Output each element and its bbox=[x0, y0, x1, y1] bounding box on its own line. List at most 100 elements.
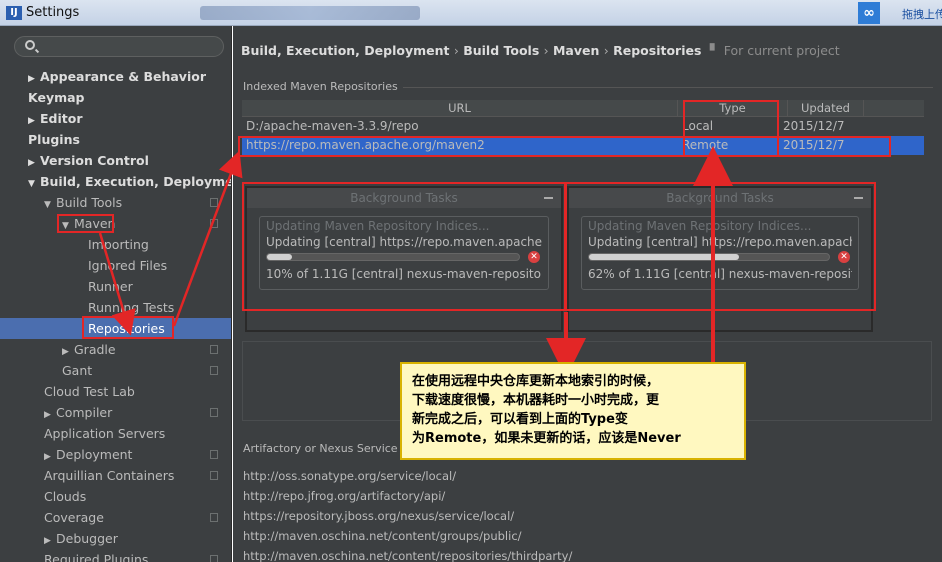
sidebar-item-label: Maven bbox=[74, 216, 116, 231]
background-tasks-panel: Background Tasks Updating Maven Repositor… bbox=[567, 186, 873, 332]
sidebar-item-maven[interactable]: ▼ Maven bbox=[0, 213, 231, 234]
cancel-task-icon[interactable]: ✕ bbox=[528, 251, 540, 263]
sidebar-item-compiler[interactable]: ▶ Compiler bbox=[0, 402, 231, 423]
sidebar-item-required-plugins[interactable]: Required Plugins bbox=[0, 549, 231, 562]
sidebar-item-ignored-files[interactable]: Ignored Files bbox=[0, 255, 231, 276]
settings-content: Build, Execution, Deployment › Build Too… bbox=[233, 26, 942, 562]
minimize-icon[interactable] bbox=[544, 197, 553, 199]
sidebar-item-keymap[interactable]: Keymap bbox=[0, 87, 231, 108]
cell-updated: 2015/12/7 bbox=[783, 138, 845, 152]
cancel-task-icon[interactable]: ✕ bbox=[838, 251, 850, 263]
sidebar-item-label: Running Tests bbox=[88, 300, 175, 315]
search-icon bbox=[25, 40, 35, 50]
window-titlebar: IJ Settings ∞ 拖拽上传 bbox=[0, 0, 942, 26]
annotation-line: 下载速度很慢，本机器耗时一小时完成，更 bbox=[412, 393, 660, 408]
sidebar-item-label: Arquillian Containers bbox=[44, 468, 175, 483]
project-scope-icon: ▘ bbox=[705, 43, 720, 58]
breadcrumb-item: Maven bbox=[552, 43, 600, 58]
sidebar-item-label: Build, Execution, Deployment bbox=[40, 174, 232, 189]
service-url-item[interactable]: http://maven.oschina.net/content/groups/… bbox=[243, 526, 572, 546]
breadcrumb-item: Repositories bbox=[613, 43, 702, 58]
sidebar-item-running-tests[interactable]: Running Tests bbox=[0, 297, 231, 318]
project-copy-icon bbox=[210, 408, 218, 417]
sidebar-item-version-control[interactable]: ▶ Version Control bbox=[0, 150, 231, 171]
cell-type: Remote bbox=[682, 138, 729, 152]
project-scope-note: For current project bbox=[723, 43, 840, 58]
table-header: URL Type Updated bbox=[242, 100, 924, 117]
sidebar-item-editor[interactable]: ▶ Editor bbox=[0, 108, 231, 129]
task-progress-text: 10% of 1.11G [central] nexus-maven-repos… bbox=[266, 267, 542, 281]
progress-bar bbox=[266, 253, 520, 261]
artifactory-label: Artifactory or Nexus Service U bbox=[243, 442, 410, 455]
project-copy-icon bbox=[210, 471, 218, 480]
cell-url: https://repo.maven.apache.org/maven2 bbox=[246, 138, 485, 152]
annotation-line: 新完成之后，可以看到上面的Type变 bbox=[412, 412, 628, 427]
progress-fill bbox=[267, 254, 292, 260]
project-copy-icon bbox=[210, 450, 218, 459]
sidebar-item-label: Deployment bbox=[56, 447, 133, 462]
task-heading: Updating Maven Repository Indices... bbox=[266, 219, 490, 233]
sidebar-item-build-execution-deployment[interactable]: ▼ Build, Execution, Deployment bbox=[0, 171, 232, 192]
search-input[interactable] bbox=[14, 36, 224, 57]
service-url-item[interactable]: http://maven.oschina.net/content/reposit… bbox=[243, 546, 572, 562]
sidebar-item-appearance-behavior[interactable]: ▶ Appearance & Behavior bbox=[0, 66, 231, 87]
sidebar-item-runner[interactable]: Runner bbox=[0, 276, 231, 297]
service-url-item[interactable]: https://repository.jboss.org/nexus/servi… bbox=[243, 506, 572, 526]
progress-fill bbox=[589, 254, 739, 260]
sidebar-item-label: Keymap bbox=[28, 90, 85, 105]
sidebar-item-label: Runner bbox=[88, 279, 133, 294]
background-tasks-title: Background Tasks bbox=[247, 188, 561, 208]
breadcrumb-item: Build, Execution, Deployment bbox=[241, 43, 450, 58]
sidebar-item-debugger[interactable]: ▶ Debugger bbox=[0, 528, 231, 549]
column-header-type[interactable]: Type bbox=[678, 100, 788, 117]
settings-sidebar: ▶ Appearance & Behavior Keymap ▶ Editor Plugi… bbox=[0, 26, 232, 562]
window-title: Settings bbox=[26, 5, 80, 20]
table-row[interactable]: D:/apache-maven-3.3.9/repo Local 2015/12/7 bbox=[242, 117, 924, 136]
annotation-note: 在使用远程中央仓库更新本地索引的时候， 下载速度很慢，本机器耗时一小时完成，更 … bbox=[400, 362, 746, 460]
sidebar-item-gradle[interactable]: ▶ Gradle bbox=[0, 339, 231, 360]
sidebar-item-label: Debugger bbox=[56, 531, 118, 546]
sidebar-item-build-tools[interactable]: ▼ Build Tools bbox=[0, 192, 231, 213]
sidebar-item-label: Build Tools bbox=[56, 195, 123, 210]
sidebar-item-importing[interactable]: Importing bbox=[0, 234, 231, 255]
table-row[interactable]: https://repo.maven.apache.org/maven2 Remo… bbox=[242, 136, 924, 155]
repositories-table: URL Type Updated D:/apache-maven-3.3.9/r… bbox=[242, 100, 924, 155]
task-status: Updating [central] https://repo.maven.ap… bbox=[588, 235, 852, 249]
sidebar-item-label: Gradle bbox=[74, 342, 116, 357]
background-tasks-title: Background Tasks bbox=[569, 188, 871, 208]
annotation-line: 为Remote，如果未更新的话，应该是Never bbox=[412, 431, 681, 446]
sidebar-item-cloud-test-lab[interactable]: Cloud Test Lab bbox=[0, 381, 231, 402]
service-url-item[interactable]: http://oss.sonatype.org/service/local/ bbox=[243, 466, 572, 486]
service-url-list: http://oss.sonatype.org/service/local/ht… bbox=[243, 466, 572, 562]
service-url-item[interactable]: http://repo.jfrog.org/artifactory/api/ bbox=[243, 486, 572, 506]
task-group: Updating Maven Repository Indices... Upda… bbox=[581, 216, 859, 290]
sidebar-item-coverage[interactable]: Coverage bbox=[0, 507, 231, 528]
project-copy-icon bbox=[210, 219, 218, 228]
sidebar-item-label: Clouds bbox=[44, 489, 87, 504]
project-copy-icon bbox=[210, 198, 218, 207]
sidebar-item-label: Importing bbox=[88, 237, 149, 252]
sidebar-item-clouds[interactable]: Clouds bbox=[0, 486, 231, 507]
sidebar-item-label: Cloud Test Lab bbox=[44, 384, 135, 399]
baidu-cloud-icon[interactable]: ∞ bbox=[858, 2, 880, 24]
sidebar-item-gant[interactable]: Gant bbox=[0, 360, 231, 381]
sidebar-item-label: Application Servers bbox=[44, 426, 166, 441]
sidebar-item-plugins[interactable]: Plugins bbox=[0, 129, 231, 150]
sidebar-item-application-servers[interactable]: Application Servers bbox=[0, 423, 231, 444]
cell-url: D:/apache-maven-3.3.9/repo bbox=[246, 119, 419, 133]
separator bbox=[403, 87, 933, 88]
sidebar-item-repositories[interactable]: Repositories bbox=[0, 318, 231, 339]
annotation-line: 在使用远程中央仓库更新本地索引的时候， bbox=[412, 374, 660, 389]
column-header-url[interactable]: URL bbox=[242, 100, 678, 117]
sidebar-item-label: Plugins bbox=[28, 132, 80, 147]
project-copy-icon bbox=[210, 513, 218, 522]
task-group: Updating Maven Repository Indices... Upda… bbox=[259, 216, 549, 290]
sidebar-item-deployment[interactable]: ▶ Deployment bbox=[0, 444, 231, 465]
column-header-updated[interactable]: Updated bbox=[788, 100, 864, 117]
upload-drag-text: 拖拽上传 bbox=[902, 8, 942, 21]
project-copy-icon bbox=[210, 345, 218, 354]
cell-type: Local bbox=[682, 119, 714, 133]
sidebar-item-arquillian-containers[interactable]: Arquillian Containers bbox=[0, 465, 231, 486]
minimize-icon[interactable] bbox=[854, 197, 863, 199]
task-progress-text: 62% of 1.11G [central] nexus-maven-repos… bbox=[588, 267, 852, 281]
